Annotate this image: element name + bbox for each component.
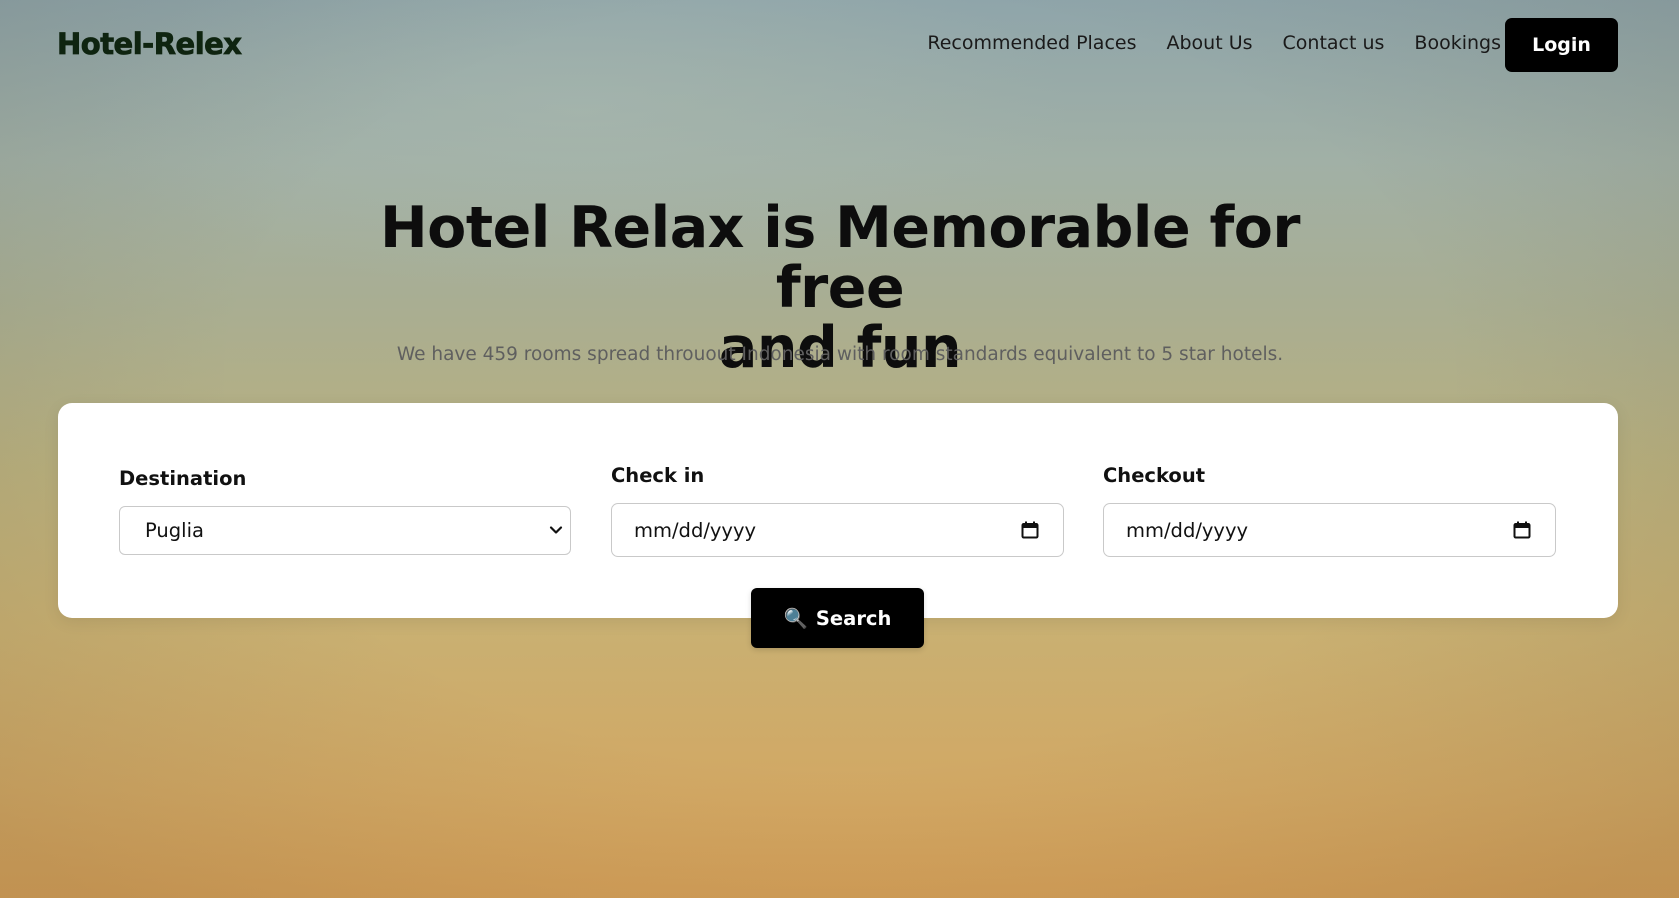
- check-in-placeholder: mm/dd/yyyy: [634, 518, 757, 542]
- nav-link-contact-us[interactable]: Contact us: [1283, 32, 1385, 54]
- hero-title-line-1: Hotel Relax is Memorable for free: [379, 195, 1301, 321]
- nav-link-bookings[interactable]: Bookings: [1414, 32, 1501, 54]
- search-button-label: Search: [815, 606, 892, 630]
- login-button[interactable]: Login: [1505, 18, 1618, 72]
- destination-label: Destination: [119, 467, 247, 490]
- nav-links: Recommended Places About Us Contact us B…: [927, 32, 1501, 54]
- checkout-date-input[interactable]: mm/dd/yyyy: [1103, 503, 1556, 557]
- calendar-icon[interactable]: [1021, 521, 1039, 539]
- checkout-label: Checkout: [1103, 464, 1206, 487]
- destination-select[interactable]: Puglia: [119, 506, 571, 555]
- search-button[interactable]: 🔍 Search: [751, 588, 924, 648]
- calendar-icon[interactable]: [1513, 521, 1531, 539]
- search-card: Destination Puglia Check in mm/dd/yyyy C…: [58, 403, 1618, 618]
- nav-link-recommended-places[interactable]: Recommended Places: [927, 32, 1136, 54]
- check-in-label: Check in: [611, 464, 705, 487]
- magnifier-icon: 🔍: [783, 606, 808, 630]
- checkout-placeholder: mm/dd/yyyy: [1126, 518, 1249, 542]
- top-navbar: Hotel-Relex Recommended Places About Us …: [0, 0, 1679, 90]
- check-in-date-input[interactable]: mm/dd/yyyy: [611, 503, 1064, 557]
- hero-subtitle: We have 459 rooms spread throuout Indone…: [396, 344, 1284, 365]
- destination-selected-value: Puglia: [145, 519, 204, 542]
- chevron-down-icon: [549, 526, 563, 534]
- site-logo[interactable]: Hotel-Relex: [57, 27, 243, 62]
- nav-link-about-us[interactable]: About Us: [1166, 32, 1252, 54]
